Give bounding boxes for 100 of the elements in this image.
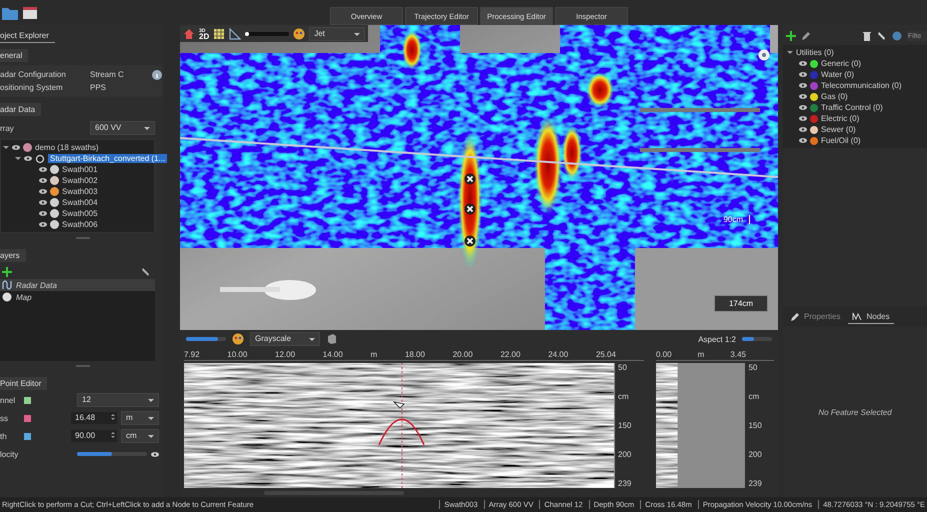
tree-item[interactable]: Swath001 (62, 165, 98, 174)
axis-tick-label: cm (748, 392, 760, 401)
eye-icon[interactable] (151, 452, 159, 456)
axis-tick-label: 22.00 (500, 350, 520, 358)
aspect-label: Aspect 1:2 (698, 334, 736, 344)
velocity-slider[interactable] (77, 452, 147, 456)
eye-icon[interactable] (799, 138, 807, 143)
eye-icon[interactable] (39, 222, 47, 227)
tree-item[interactable]: Sewer (0) (821, 125, 856, 134)
plus-icon[interactable] (2, 267, 12, 277)
number-spinbox[interactable]: 16.48 (71, 412, 117, 424)
eye-icon[interactable] (799, 72, 807, 77)
empty-message: No Feature Selected (818, 408, 892, 416)
plus-icon[interactable] (786, 31, 796, 41)
window-icon[interactable] (22, 6, 38, 20)
tree-item[interactable]: Electric (0) (821, 114, 860, 123)
property-label: adar Configuration (0, 70, 67, 79)
panel-tab[interactable]: Nodes (848, 309, 894, 324)
eye-icon[interactable] (799, 94, 807, 99)
brush-icon[interactable] (141, 267, 151, 277)
wave-icon (2, 280, 12, 290)
eye-icon[interactable] (799, 127, 807, 132)
tree-item[interactable]: Generic (0) (821, 59, 862, 68)
tree-item[interactable]: Swath005 (62, 209, 98, 218)
grid-icon[interactable] (213, 28, 226, 40)
axis-tick-label: 50 (618, 363, 628, 372)
panel-tab[interactable]: Properties (786, 309, 844, 324)
unit-dropdown[interactable]: m (121, 411, 159, 425)
aspect-slider[interactable] (742, 337, 772, 341)
axis-tick-label: 14.00 (322, 350, 343, 358)
brush-icon[interactable] (877, 31, 887, 41)
eye-icon[interactable] (39, 167, 47, 172)
tree-item[interactable]: Fuel/Oil (0) (821, 136, 861, 145)
channel-dropdown[interactable]: 12 (77, 393, 159, 407)
home-icon[interactable] (183, 28, 195, 40)
array-dropdown[interactable]: 600 VV (90, 121, 155, 135)
axis-tick-label: 20.00 (452, 350, 473, 358)
tree-item[interactable]: Water (0) (821, 70, 854, 79)
number-spinbox[interactable]: 90.00 (71, 430, 117, 442)
property-value: PPS (90, 83, 108, 92)
tree-item[interactable]: Swath003 (62, 187, 98, 196)
colormap-dropdown[interactable]: Grayscale (250, 332, 320, 346)
expand-arrow-icon[interactable] (787, 51, 793, 54)
pencil-icon[interactable] (801, 31, 811, 41)
axis-tick-label: m (698, 350, 704, 358)
nodes-icon (852, 311, 862, 321)
tree-item[interactable]: demo (18 swaths) (35, 143, 99, 152)
expand-arrow-icon[interactable] (15, 157, 21, 160)
node-marker-icon[interactable] (464, 173, 476, 185)
eye-icon[interactable] (39, 211, 47, 216)
layer-item[interactable]: Map (0, 291, 155, 303)
tree-item[interactable]: Telecommunication (0) (821, 81, 902, 90)
eye-icon[interactable] (799, 61, 807, 66)
info-icon[interactable] (152, 70, 162, 80)
eye-icon[interactable] (24, 156, 32, 161)
trash-icon[interactable] (862, 31, 872, 41)
contrast-slider[interactable] (186, 337, 226, 341)
colormap-dropdown[interactable]: Jet (309, 26, 366, 40)
axis-tick-label: 25.04 (596, 350, 616, 358)
folder-icon[interactable] (2, 6, 18, 20)
eye-icon[interactable] (799, 83, 807, 88)
layer-item[interactable]: Radar Data (0, 279, 155, 291)
axis-tick-label: 7.92 (184, 350, 200, 358)
axis-tick-label: 239 (618, 479, 632, 488)
eye-icon[interactable] (39, 189, 47, 194)
axis-tick-label: 150 (748, 421, 763, 430)
ruler-icon[interactable] (229, 28, 242, 40)
tree-item[interactable]: Traffic Control (0) (821, 103, 883, 112)
axis-tick-label: 10.00 (227, 350, 248, 358)
axis-tick-label: 18.00 (404, 350, 425, 358)
panel-tab[interactable]: oject Explorer (0, 29, 55, 43)
tree-item[interactable]: Swath004 (62, 198, 98, 207)
tree-item[interactable]: Stuttgart-Birkach_converted (1... (48, 154, 168, 163)
section-title: ayers (0, 249, 26, 262)
axis-tick-label: 239 (748, 479, 763, 488)
eye-icon[interactable] (799, 105, 807, 110)
tree-item[interactable]: Swath002 (62, 176, 98, 185)
depth-label: 90cm (723, 215, 750, 224)
axis-tick-label: cm (618, 392, 630, 401)
palette-icon[interactable] (293, 28, 306, 40)
section-title: Point Editor (0, 377, 48, 390)
expand-arrow-icon[interactable] (3, 146, 9, 149)
eye-icon[interactable] (39, 178, 47, 183)
eye-icon[interactable] (799, 116, 807, 121)
axis-tick-label: 3.45 (730, 350, 746, 358)
palette-icon[interactable] (232, 333, 244, 345)
tree-item[interactable]: Gas (0) (821, 92, 848, 101)
tree-item[interactable]: Swath006 (62, 220, 98, 229)
cube-icon[interactable] (326, 333, 338, 345)
unit-dropdown[interactable]: cm (121, 429, 159, 443)
axis-tick-label: 200 (618, 450, 632, 459)
eye-icon[interactable] (12, 145, 20, 150)
field-label: th (0, 432, 8, 440)
axis-tick-label: 200 (748, 450, 763, 459)
node-marker-icon[interactable] (464, 235, 476, 247)
node-marker-icon[interactable] (464, 203, 476, 215)
opacity-slider[interactable] (245, 32, 290, 36)
section-title: adar Data (0, 103, 42, 116)
eye-icon[interactable] (39, 200, 47, 205)
tree-item[interactable]: Utilities (0) (796, 48, 834, 57)
